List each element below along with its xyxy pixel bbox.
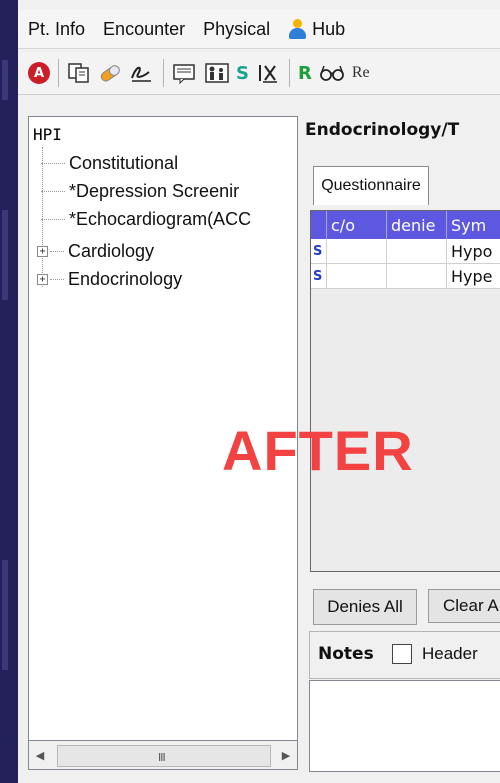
denies-all-button[interactable]: Denies All — [313, 589, 417, 625]
scroll-right-icon[interactable]: ▶ — [275, 741, 297, 769]
menu-physical[interactable]: Physical — [193, 19, 278, 40]
menu-label: Hub — [312, 18, 346, 39]
header-checkbox[interactable] — [392, 644, 412, 664]
tab-questionnaire[interactable]: Questionnaire — [313, 166, 429, 205]
tree-horizontal-scrollbar[interactable]: ◀ III ▶ — [28, 740, 298, 770]
signature-icon — [131, 66, 151, 82]
left-edge — [0, 0, 18, 783]
menu-hub[interactable]: Hub — [278, 19, 353, 40]
edge-strip — [2, 210, 8, 300]
scroll-grip: III — [158, 751, 166, 764]
notes-button[interactable] — [172, 59, 198, 87]
edge-strip — [2, 60, 8, 100]
tree-item-label: Cardiology — [68, 241, 155, 261]
menu-encounter[interactable]: Encounter — [93, 19, 193, 40]
toolbar-separator — [58, 59, 59, 87]
tree-item-label: Endocrinology — [68, 269, 183, 289]
tree-item-constitutional[interactable]: Constitutional — [41, 153, 178, 174]
tree-item-label: *Depression Screenir — [69, 181, 240, 201]
table-row[interactable]: S Hype — [311, 264, 500, 289]
ix-icon — [258, 65, 277, 83]
person-icon — [288, 19, 307, 39]
denies-cell[interactable] — [387, 264, 447, 288]
toolbar: A S R Re — [18, 52, 500, 95]
re-button[interactable]: Re — [352, 59, 370, 87]
stop-button[interactable]: A — [28, 59, 50, 87]
tree-item-echocardiogram[interactable]: *Echocardiogram(ACC — [41, 209, 251, 230]
s-button[interactable]: S — [236, 59, 249, 87]
card-icon — [173, 64, 195, 84]
stop-icon: A — [28, 62, 50, 84]
menu-label: Pt. Info — [28, 18, 86, 39]
tree-root-hpi[interactable]: HPI — [33, 125, 62, 144]
notes-label: Notes — [318, 644, 374, 664]
notes-textarea[interactable] — [309, 680, 500, 772]
tree-item-label: Constitutional — [69, 153, 179, 173]
grid-header: c/o denie Sym — [311, 211, 500, 239]
review-button[interactable] — [318, 59, 346, 87]
toolbar-separator — [163, 59, 164, 87]
menu-bar: Pt. Info Encounter Physical Hub — [18, 10, 500, 49]
r-button[interactable]: R — [298, 59, 312, 87]
expand-icon[interactable]: + — [37, 274, 48, 285]
symptom-cell: Hypo — [451, 241, 493, 261]
menu-label: Encounter — [103, 18, 186, 39]
column-header[interactable]: denie — [387, 211, 447, 239]
row-flag: S — [311, 264, 327, 288]
expand-icon[interactable]: + — [37, 246, 48, 257]
rx-button[interactable] — [97, 59, 123, 87]
sign-button[interactable] — [129, 59, 155, 87]
page-title: Endocrinology/T — [305, 120, 460, 140]
scroll-left-icon[interactable]: ◀ — [29, 741, 51, 769]
glasses-icon — [319, 65, 344, 81]
tree-item-depression-screening[interactable]: *Depression Screenir — [41, 181, 239, 202]
menu-label: Physical — [203, 18, 271, 39]
co-cell[interactable] — [327, 264, 387, 288]
column-header — [311, 211, 327, 239]
symptom-cell: Hype — [451, 266, 493, 286]
clear-all-button[interactable]: Clear A — [428, 589, 500, 623]
tree-item-cardiology[interactable]: + Cardiology — [37, 241, 154, 262]
menu-pt-info[interactable]: Pt. Info — [18, 19, 93, 40]
row-flag: S — [311, 239, 327, 263]
family-icon — [205, 63, 229, 83]
after-overlay-label: AFTER — [222, 419, 414, 482]
toolbar-separator — [288, 59, 290, 87]
copy-button[interactable] — [67, 59, 91, 87]
denies-cell[interactable] — [387, 239, 447, 263]
ix-button[interactable] — [255, 59, 281, 87]
tree-item-endocrinology[interactable]: + Endocrinology — [37, 269, 182, 290]
family-button[interactable] — [204, 59, 230, 87]
tree-item-label: *Echocardiogram(ACC — [69, 209, 252, 229]
pill-icon — [100, 65, 120, 82]
column-header[interactable]: Sym — [447, 211, 500, 239]
copy-icon — [68, 63, 89, 83]
symptom-grid: c/o denie Sym S Hypo S Hype — [310, 210, 500, 572]
co-cell[interactable] — [327, 239, 387, 263]
scroll-thumb[interactable]: III — [57, 745, 271, 767]
header-checkbox-label: Header — [422, 644, 478, 663]
notes-bar: Notes Header — [309, 631, 500, 679]
table-row[interactable]: S Hypo — [311, 239, 500, 264]
column-header[interactable]: c/o — [327, 211, 387, 239]
edge-strip — [2, 560, 8, 670]
